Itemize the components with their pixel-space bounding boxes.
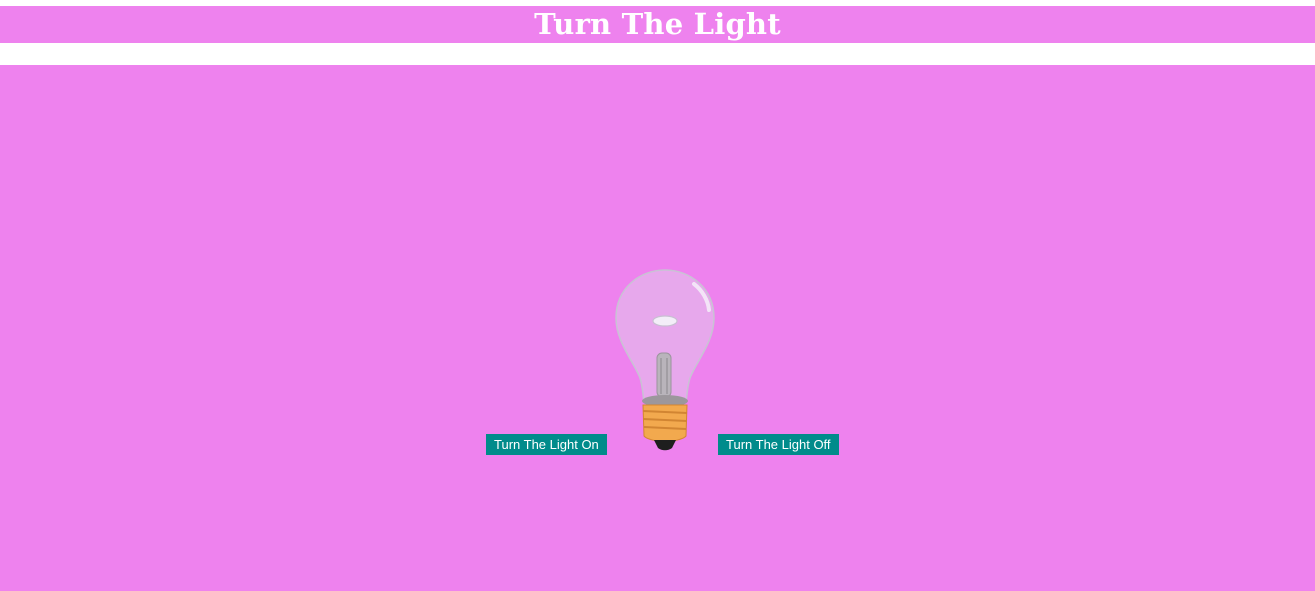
light-bulb-icon bbox=[610, 268, 720, 452]
light-stage: Turn The Light On Turn The Light Off bbox=[0, 65, 1315, 591]
page-title: Turn The Light bbox=[534, 7, 781, 41]
turn-light-off-button[interactable]: Turn The Light Off bbox=[718, 434, 839, 455]
turn-light-on-button[interactable]: Turn The Light On bbox=[486, 434, 607, 455]
header-bar: Turn The Light bbox=[0, 6, 1315, 43]
